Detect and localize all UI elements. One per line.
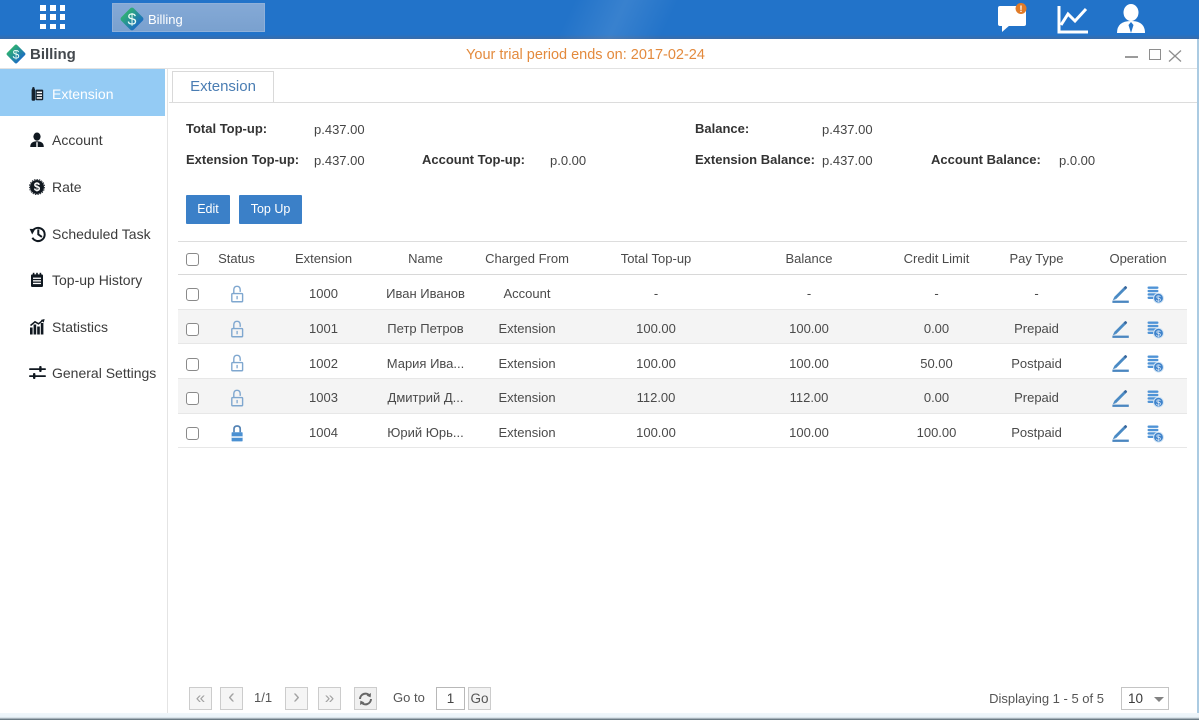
- svg-text:$: $: [128, 12, 137, 29]
- svg-text:$: $: [1156, 293, 1161, 303]
- svg-text:$: $: [1156, 328, 1161, 338]
- svg-text:$: $: [1156, 432, 1161, 442]
- svg-text:$: $: [1156, 363, 1161, 373]
- svg-text:$: $: [1156, 397, 1161, 407]
- svg-text:!: !: [1020, 4, 1023, 14]
- svg-text:$: $: [34, 182, 41, 194]
